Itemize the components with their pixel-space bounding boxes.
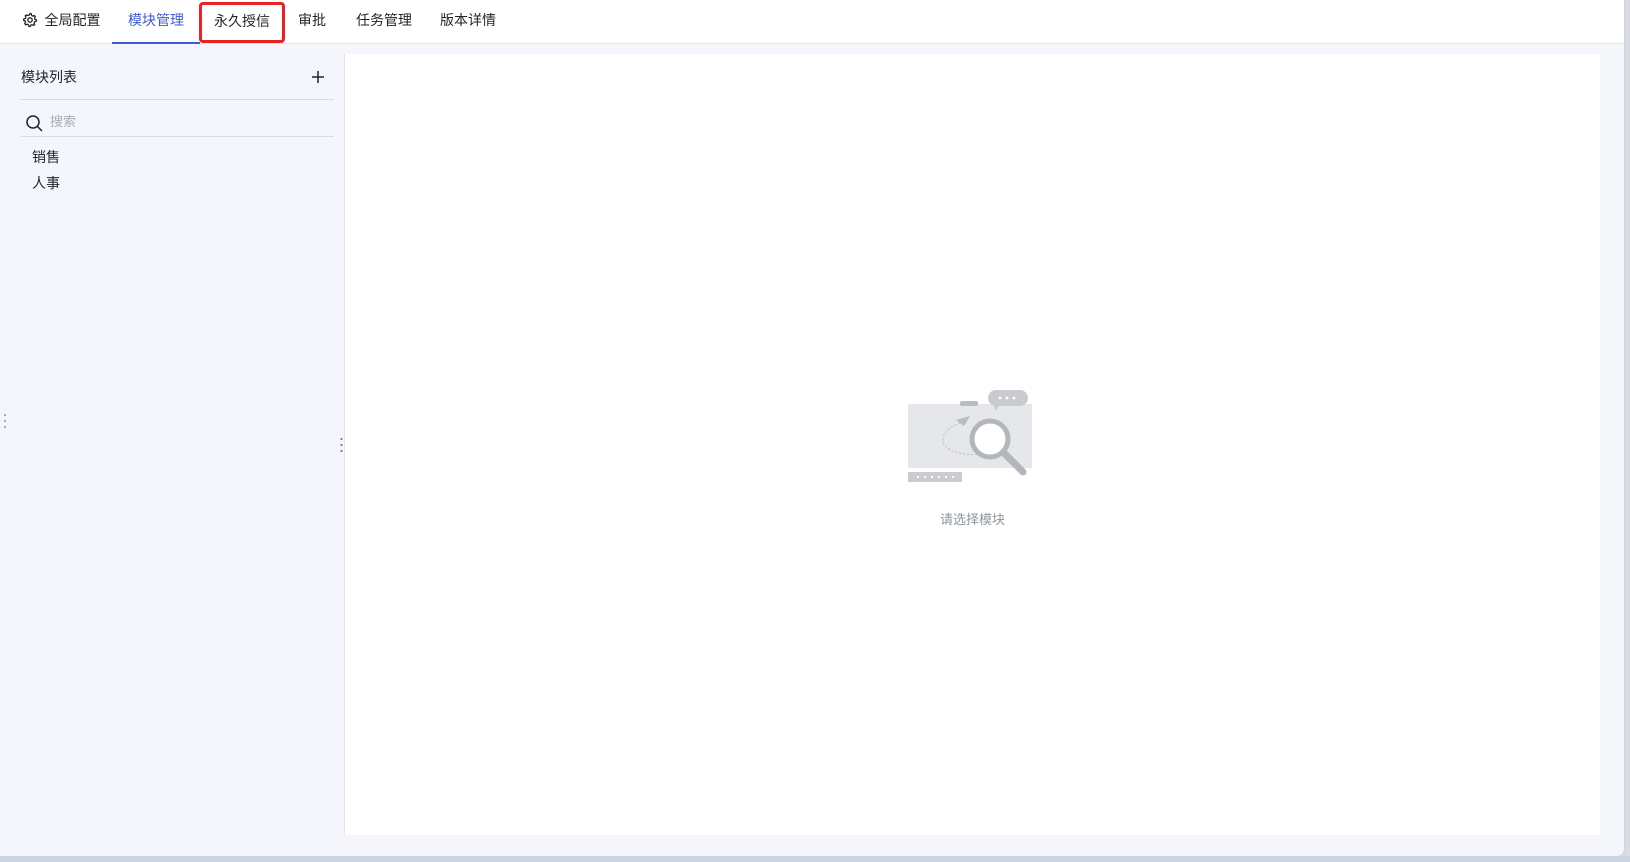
tab-task-management-label: 任务管理 bbox=[356, 13, 412, 29]
app-window: 全局配置 模块管理 永久授信 审批 任务管理 版本详情 模块列表 搜索 销售 人… bbox=[0, 0, 1625, 857]
tab-version-details[interactable]: 版本详情 bbox=[440, 0, 496, 44]
empty-state-text: 请选择模块 bbox=[939, 513, 1005, 528]
tab-version-details-label: 版本详情 bbox=[440, 13, 496, 29]
tab-permanent-authorization-label: 永久授信 bbox=[214, 14, 270, 30]
module-item-sales[interactable]: 销售 bbox=[21, 145, 334, 171]
tab-approval-label: 审批 bbox=[298, 13, 326, 29]
module-list-header: 模块列表 bbox=[21, 67, 334, 89]
module-list-title: 模块列表 bbox=[21, 70, 77, 86]
module-item-hr[interactable]: 人事 bbox=[21, 171, 334, 197]
main-content: 请选择模块 bbox=[345, 54, 1600, 835]
search-input[interactable] bbox=[50, 111, 320, 133]
module-search bbox=[21, 109, 334, 137]
module-list-panel: 模块列表 销售 人事 bbox=[0, 45, 345, 855]
bottom-strip bbox=[0, 856, 1630, 862]
plus-icon bbox=[312, 71, 324, 83]
tab-task-management[interactable]: 任务管理 bbox=[356, 0, 412, 44]
add-module-button[interactable] bbox=[308, 67, 328, 87]
tab-global-config-label: 全局配置 bbox=[44, 13, 101, 29]
top-tab-bar: 全局配置 模块管理 永久授信 审批 任务管理 版本详情 bbox=[0, 0, 1624, 44]
tab-module-management-label: 模块管理 bbox=[128, 13, 184, 29]
empty-search-illustration-icon bbox=[908, 390, 1032, 482]
left-edge-drag-handle-icon[interactable] bbox=[2, 412, 8, 432]
gear-icon bbox=[22, 12, 38, 27]
panel-divider bbox=[21, 99, 334, 100]
tab-permanent-authorization[interactable]: 永久授信 bbox=[199, 2, 285, 43]
tab-approval[interactable]: 审批 bbox=[298, 0, 326, 44]
tab-global-config[interactable]: 全局配置 bbox=[22, 0, 100, 44]
module-list: 销售 人事 bbox=[21, 145, 334, 197]
tab-module-management[interactable]: 模块管理 bbox=[112, 0, 200, 44]
search-icon bbox=[26, 115, 43, 132]
